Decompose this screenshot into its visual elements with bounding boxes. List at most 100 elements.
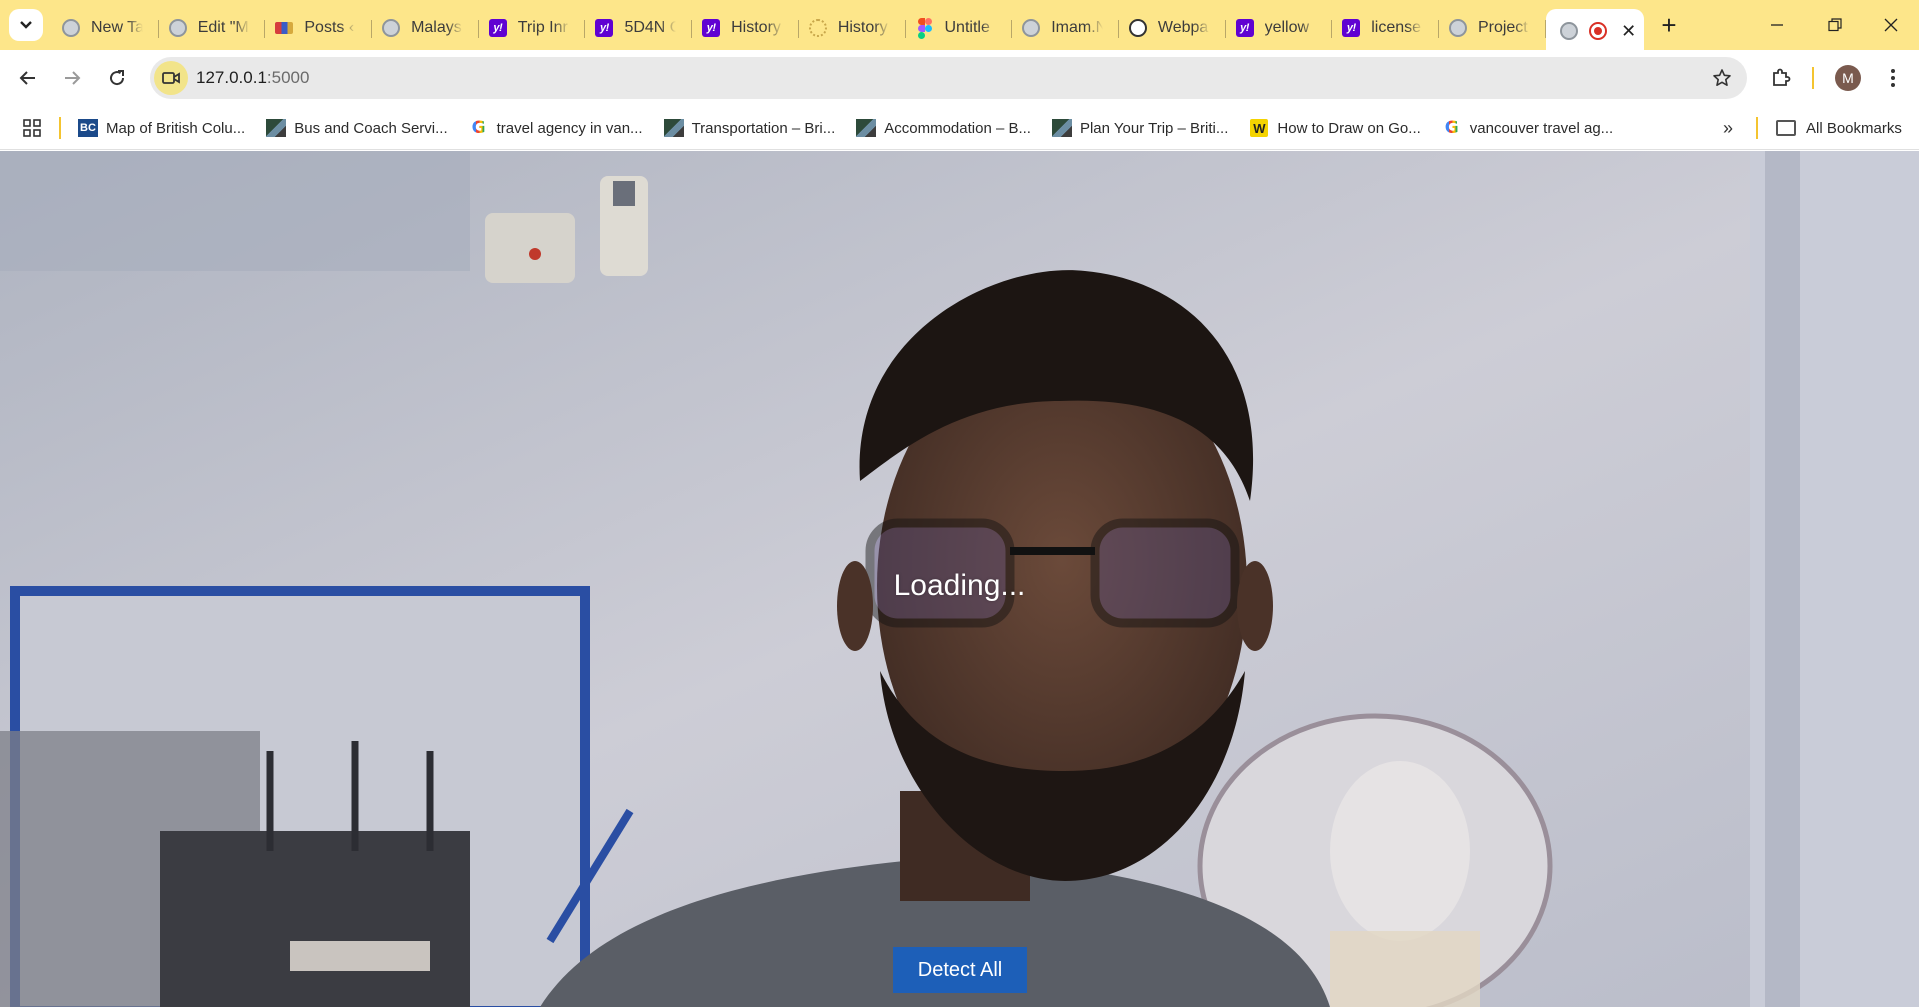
tab-trip[interactable]: y! Trip Inr: [479, 9, 586, 47]
puzzle-icon: [1773, 68, 1791, 86]
globe-icon: [382, 19, 401, 37]
tab-edit[interactable]: Edit "M: [159, 9, 266, 47]
bookmarks-separator: [1756, 117, 1758, 139]
tab-title: yellow: [1264, 19, 1310, 36]
kebab-menu-icon: [1891, 69, 1895, 87]
extensions-button[interactable]: [1763, 60, 1799, 96]
bc-icon: BC: [78, 118, 98, 138]
tab-search-button[interactable]: [9, 9, 43, 41]
tab-history[interactable]: History: [799, 9, 906, 47]
bookmark-label: How to Draw on Go...: [1277, 119, 1421, 137]
tab-title: license: [1371, 19, 1422, 36]
url-text: 127.0.0.1:5000: [196, 68, 309, 88]
bookmark-item[interactable]: Transportation – Bri...: [663, 118, 836, 138]
forward-button[interactable]: [54, 60, 90, 96]
close-icon: [1884, 18, 1898, 32]
all-bookmarks-button[interactable]: All Bookmarks: [1776, 107, 1902, 149]
tab-title: History: [731, 19, 781, 36]
bookmark-item[interactable]: W How to Draw on Go...: [1249, 118, 1421, 138]
camera-icon: [162, 72, 180, 84]
tab-imam[interactable]: Imam.N: [1012, 9, 1119, 47]
minimize-button[interactable]: [1748, 0, 1806, 50]
bookmark-item[interactable]: G travel agency in van...: [469, 118, 643, 138]
tab-license[interactable]: y! license: [1332, 9, 1439, 47]
site-info-button[interactable]: [154, 61, 188, 95]
tab-project[interactable]: Project: [1439, 9, 1546, 47]
reload-icon: [110, 70, 125, 86]
bookmark-item[interactable]: Accommodation – B...: [856, 118, 1031, 138]
tab-webpage[interactable]: Webpa: [1119, 9, 1226, 47]
bookmark-item[interactable]: Plan Your Trip – Briti...: [1051, 118, 1228, 138]
tab-yellow[interactable]: y! yellow: [1226, 9, 1333, 47]
w-icon: W: [1249, 118, 1269, 138]
arrow-left-icon: [19, 71, 35, 85]
tab-active[interactable]: ✕: [1545, 9, 1644, 53]
tab-title: History: [837, 19, 888, 36]
tab-title: Posts ‹: [304, 19, 355, 36]
yahoo-icon: y!: [595, 19, 614, 37]
yahoo-icon: y!: [1235, 19, 1254, 37]
site-icon: [266, 118, 287, 138]
recording-icon: [1588, 22, 1607, 40]
tab-title: Webpa: [1157, 19, 1209, 36]
bookmark-item[interactable]: Bus and Coach Servi...: [266, 118, 448, 138]
bookmark-label: Transportation – Bri...: [691, 119, 836, 137]
address-bar[interactable]: 127.0.0.1:5000: [150, 57, 1747, 99]
bookmarks-separator: [59, 117, 61, 139]
bookmarks-bar: BC Map of British Colu... Bus and Coach …: [0, 107, 1919, 150]
bookmark-star-button[interactable]: [1709, 65, 1735, 91]
bookmark-label: travel agency in van...: [496, 119, 643, 137]
tab-5d4n[interactable]: y! 5D4N C: [585, 9, 692, 47]
tab-posts[interactable]: Posts ‹: [265, 9, 372, 47]
site-icon: [1051, 118, 1072, 138]
bookmark-list: BC Map of British Colu... Bus and Coach …: [78, 107, 1634, 149]
all-bookmarks-label: All Bookmarks: [1806, 119, 1902, 137]
toolbar-separator: [1812, 67, 1814, 89]
close-tab-icon[interactable]: ✕: [1619, 21, 1639, 42]
url-host: 127.0.0.1: [196, 68, 267, 87]
yahoo-icon: y!: [702, 19, 721, 37]
tab-history-yahoo[interactable]: y! History: [692, 9, 799, 47]
star-icon: [1713, 69, 1731, 86]
profile-avatar[interactable]: M: [1835, 65, 1861, 91]
reload-button[interactable]: [99, 60, 135, 96]
bookmark-label: Accommodation – B...: [884, 119, 1031, 137]
tab-strip: New Ta Edit "M Posts ‹ Malays y! Trip In…: [0, 0, 1919, 53]
menu-button[interactable]: [1875, 60, 1911, 96]
close-window-button[interactable]: [1862, 0, 1919, 50]
tab-title: Edit "M: [197, 19, 249, 36]
arrow-right-icon: [65, 71, 81, 85]
tab-title: Imam.N: [1051, 19, 1104, 36]
apps-grid-icon[interactable]: [22, 118, 42, 138]
browser-toolbar: 127.0.0.1:5000 M: [0, 50, 1919, 107]
bookmark-item[interactable]: BC Map of British Colu...: [78, 118, 245, 138]
figma-icon: [916, 18, 934, 39]
globe-icon: [168, 19, 187, 37]
tab-title: New Ta: [91, 19, 143, 36]
loading-status: Loading...: [893, 569, 1026, 602]
tab-malaysia[interactable]: Malays: [372, 9, 479, 47]
tab-title: Trip Inr: [517, 19, 568, 36]
tab-list: New Ta Edit "M Posts ‹ Malays y! Trip In…: [52, 6, 1644, 53]
tab-new-tab[interactable]: New Ta: [52, 9, 159, 47]
yahoo-icon: y!: [488, 19, 507, 37]
globe-icon: [62, 19, 80, 37]
detect-all-button[interactable]: Detect All: [893, 947, 1027, 993]
bookmark-label: Map of British Colu...: [106, 119, 246, 137]
page-viewport: Loading... Detect All: [0, 151, 1919, 1007]
tab-title: 5D4N C: [624, 19, 677, 36]
bookmark-item[interactable]: G vancouver travel ag...: [1442, 118, 1613, 138]
google-icon: G: [1444, 118, 1459, 138]
bookmark-label: Bus and Coach Servi...: [294, 119, 448, 137]
posts-icon: [275, 19, 294, 37]
yahoo-icon: y!: [1342, 19, 1361, 37]
restore-icon: [1828, 18, 1842, 32]
back-button[interactable]: [10, 60, 46, 96]
globe-icon: [1022, 19, 1041, 37]
tab-title: Untitle: [944, 19, 990, 36]
history-icon: [808, 19, 827, 37]
tab-untitled[interactable]: Untitle: [906, 9, 1013, 47]
more-bookmarks-chevron-icon[interactable]: »: [1716, 116, 1740, 140]
restore-button[interactable]: [1806, 0, 1864, 50]
new-tab-button[interactable]: +: [1652, 8, 1686, 42]
